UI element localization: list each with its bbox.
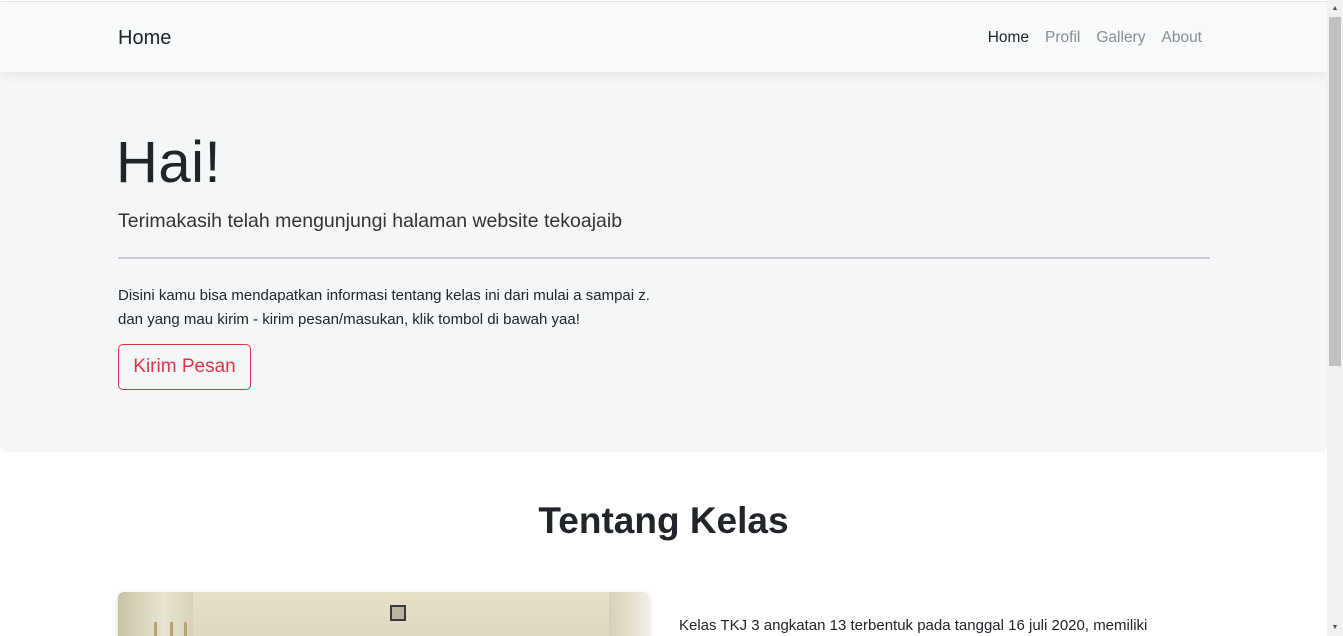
photo-window-bar	[170, 622, 173, 636]
jumbotron: Hai! Terimakasih telah mengunjungi halam…	[0, 72, 1327, 452]
section-title: Tentang Kelas	[538, 500, 789, 541]
page: Home Home Profil Gallery About Hai! Teri…	[0, 0, 1327, 636]
nav-link-about[interactable]: About	[1161, 29, 1202, 47]
hero-divider	[118, 257, 1210, 259]
kirim-pesan-button[interactable]: Kirim Pesan	[118, 344, 251, 390]
hero-description-line-2: dan yang mau kirim - kirim pesan/masukan…	[118, 310, 580, 328]
browser-viewport: Home Home Profil Gallery About Hai! Teri…	[0, 0, 1343, 636]
nav-links: Home Profil Gallery About	[988, 29, 1202, 47]
nav-link-profil[interactable]: Profil	[1045, 29, 1080, 47]
nav-link-gallery[interactable]: Gallery	[1096, 29, 1145, 47]
hero-description-line-1: Disini kamu bisa mendapatkan informasi t…	[118, 287, 650, 304]
photo-window-bar	[184, 622, 187, 636]
vertical-scrollbar[interactable]: ▲ ▼	[1327, 0, 1343, 636]
scroll-down-arrow-icon[interactable]: ▼	[1327, 619, 1343, 636]
hero-description: Disini kamu bisa mendapatkan informasi t…	[118, 284, 650, 331]
photo-window-right	[609, 592, 649, 636]
about-description: Kelas TKJ 3 angkatan 13 terbentuk pada t…	[679, 617, 1148, 634]
photo-window-left	[118, 592, 193, 636]
scrollbar-thumb[interactable]	[1329, 17, 1341, 366]
scroll-up-arrow-icon[interactable]: ▲	[1327, 0, 1343, 17]
navbar: Home Home Profil Gallery About	[0, 1, 1327, 72]
class-photo	[118, 592, 649, 636]
photo-window-bar	[154, 622, 157, 636]
photo-wall-frame	[390, 605, 406, 621]
hero-lead: Terimakasih telah mengunjungi halaman we…	[118, 210, 623, 232]
nav-link-home[interactable]: Home	[988, 29, 1029, 47]
navbar-brand[interactable]: Home	[118, 27, 171, 50]
hero-title: Hai!	[116, 130, 222, 195]
